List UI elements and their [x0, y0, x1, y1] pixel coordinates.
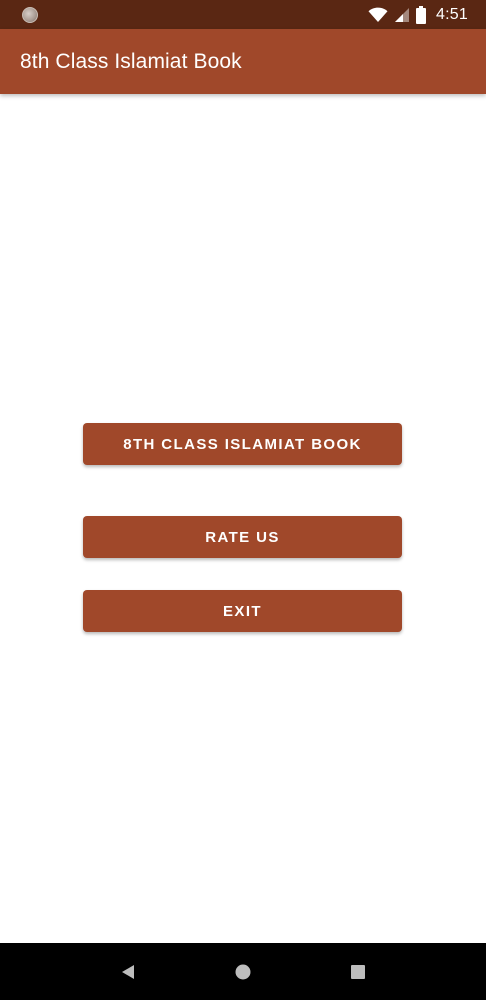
home-button[interactable] — [223, 952, 263, 992]
notification-dot-icon — [22, 6, 38, 23]
wifi-icon — [368, 7, 388, 22]
status-time: 4:51 — [436, 5, 468, 23]
app-screen: 4:51 8th Class Islamiat Book 8th Class I… — [0, 0, 486, 1000]
app-bar: 8th Class Islamiat Book — [0, 29, 486, 94]
status-right: 4:51 — [368, 5, 468, 24]
app-title: 8th Class Islamiat Book — [20, 49, 242, 73]
recents-button[interactable] — [338, 952, 378, 992]
status-left — [22, 6, 38, 23]
status-bar: 4:51 — [0, 0, 486, 29]
navigation-bar — [0, 943, 486, 1000]
home-icon — [235, 964, 251, 979]
rate-us-button[interactable]: Rate Us — [83, 516, 402, 558]
back-button[interactable] — [108, 952, 148, 992]
back-icon — [121, 964, 134, 979]
islamiat-book-button[interactable]: 8th Class Islamiat Book — [83, 423, 402, 465]
recents-icon — [351, 964, 366, 979]
exit-button[interactable]: Exit — [83, 590, 402, 632]
signal-icon — [395, 7, 410, 22]
battery-icon — [416, 5, 427, 24]
